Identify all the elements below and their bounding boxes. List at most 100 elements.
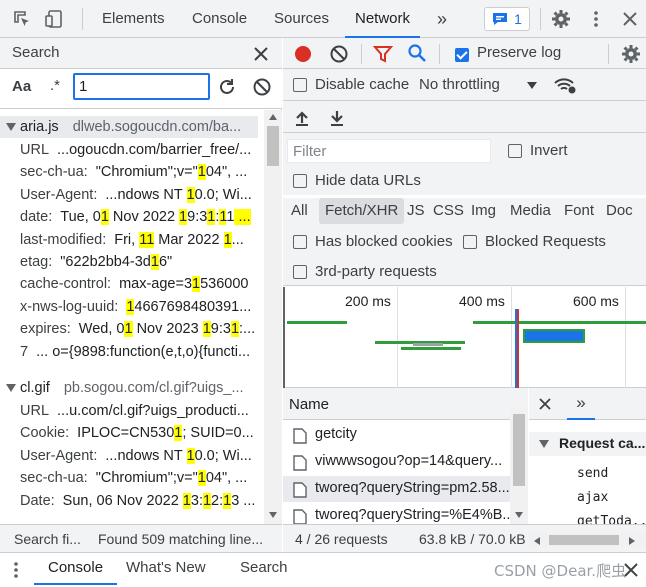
close-search-icon[interactable] [252, 45, 270, 63]
request-row[interactable]: tworeq?queryString=pm2.58... [283, 476, 510, 502]
request-list-scrollbar[interactable] [510, 408, 528, 524]
search-result-line[interactable]: etag: "622b2bb4-3d16" [20, 251, 172, 273]
close-drawer-icon[interactable] [624, 563, 638, 577]
call-frame[interactable]: ajax [577, 490, 608, 505]
more-detail-tabs-button[interactable]: » [567, 393, 595, 420]
search-result-line[interactable]: User-Agent: ...ndows NT 10.0; Wi... [20, 445, 252, 467]
search-result-line[interactable]: Date: Sun, 06 Nov 2022 13:12:13 ... [20, 490, 255, 512]
timeline-overview[interactable]: 200 ms 400 ms 600 ms [283, 287, 646, 388]
search-result-line[interactable]: URL ...ogoucdn.com/barrier_free/... [20, 139, 251, 161]
type-filter-js[interactable]: JS [407, 198, 425, 224]
blocked-cookies-checkbox[interactable] [293, 235, 307, 249]
close-detail-icon[interactable] [539, 398, 551, 410]
drawer-menu-icon[interactable] [14, 561, 18, 579]
result-line-text: ...u.com/cl.gif?uigs_producti... [57, 403, 249, 419]
tab-sources[interactable]: Sources [274, 0, 329, 38]
scrollbar-thumb[interactable] [267, 126, 279, 166]
match-highlight: 1 [100, 209, 109, 226]
type-filter-doc[interactable]: Doc [606, 198, 633, 224]
hide-data-urls-checkbox[interactable] [293, 174, 307, 188]
result-line-text: 04", ... [205, 164, 248, 181]
search-icon[interactable] [407, 43, 427, 63]
result-line-text: "Chromium";v=" [95, 164, 198, 181]
expand-triangle-icon[interactable] [6, 123, 16, 131]
export-har-icon[interactable] [328, 109, 346, 127]
expand-triangle-icon[interactable] [539, 440, 549, 448]
type-filter-font[interactable]: Font [564, 198, 594, 224]
issues-button[interactable]: 1 [484, 7, 530, 31]
disable-cache-checkbox[interactable] [293, 78, 307, 92]
drawer-tab-whats-new[interactable]: What's New [126, 553, 206, 585]
filter-icon[interactable] [373, 44, 393, 64]
match-case-toggle[interactable]: Aa [12, 78, 31, 95]
throttling-select[interactable]: No throttling [419, 76, 500, 93]
filter-input[interactable]: Filter [287, 139, 491, 163]
clear-log-icon[interactable] [329, 44, 349, 64]
third-party-checkbox[interactable] [293, 265, 307, 279]
scroll-left-icon[interactable] [534, 537, 540, 545]
type-filter-img[interactable]: Img [471, 198, 496, 224]
search-result-line[interactable]: sec-ch-ua: "Chromium";v="104", ... [20, 161, 247, 183]
search-result-line[interactable]: cache-control: max-age=31536000 [20, 273, 249, 295]
preserve-log-checkbox[interactable] [455, 48, 469, 63]
type-filter-all[interactable]: All [291, 198, 308, 224]
search-result-line[interactable]: URL ...u.com/cl.gif?uigs_producti... [20, 400, 249, 422]
invert-checkbox[interactable] [508, 144, 522, 158]
scrollbar-thumb[interactable] [513, 414, 525, 486]
expand-triangle-icon[interactable] [6, 384, 16, 392]
close-devtools-icon[interactable] [620, 9, 640, 29]
network-toolbar-row2: Disable cache No throttling [283, 69, 646, 101]
more-tabs-button[interactable]: » [437, 0, 447, 38]
scroll-right-icon[interactable] [629, 537, 635, 545]
request-call-stack-section[interactable]: Request ca... [529, 432, 646, 456]
drawer-tab-console[interactable]: Console [34, 553, 118, 585]
clear-icon[interactable] [252, 77, 272, 97]
search-result-line[interactable]: expires: Wed, 01 Nov 2023 19:31:... [20, 318, 255, 340]
results-scrollbar[interactable] [264, 110, 282, 524]
disable-cache-label: Disable cache [315, 76, 410, 93]
search-panel-title: Search [12, 44, 60, 61]
match-highlight: ... [234, 209, 251, 226]
network-conditions-icon[interactable] [553, 75, 577, 95]
device-toolbar-icon[interactable] [44, 9, 64, 29]
regex-toggle[interactable]: .* [50, 77, 60, 94]
blocked-requests-checkbox[interactable] [463, 235, 477, 249]
tab-network[interactable]: Network [345, 0, 421, 38]
more-options-icon[interactable] [586, 9, 606, 29]
drawer-tab-search[interactable]: Search [240, 553, 288, 585]
search-result-line[interactable]: 7 ... o={9898:function(e,t,o){functi... [20, 341, 250, 363]
type-filter-media[interactable]: Media [510, 198, 551, 224]
network-settings-gear-icon[interactable] [621, 44, 641, 64]
request-row[interactable]: viwwwsogou?op=14&query... [283, 449, 510, 475]
search-input[interactable]: 1 [73, 73, 210, 100]
scroll-down-icon[interactable] [269, 512, 277, 518]
type-filter-css[interactable]: CSS [433, 198, 464, 224]
call-frame[interactable]: getToda... [577, 514, 646, 524]
bottom-drawer: Console What's New Search CSDN @Dear.爬虫 [0, 552, 646, 587]
horizontal-scrollbar[interactable] [529, 533, 646, 547]
call-frame[interactable]: send [577, 466, 608, 481]
search-result-line[interactable]: date: Tue, 01 Nov 2022 19:31:11 ... [20, 206, 251, 228]
scroll-up-icon[interactable] [269, 114, 277, 120]
type-filter-fetch-xhr[interactable]: Fetch/XHR [319, 198, 405, 224]
column-name[interactable]: Name [289, 396, 329, 413]
tab-console[interactable]: Console [192, 0, 247, 38]
record-icon[interactable] [293, 44, 313, 64]
third-party-row: 3rd-party requests [283, 256, 646, 286]
search-result-file[interactable]: cl.gif pb.sogou.com/cl.gif?uigs_... [6, 377, 244, 399]
scroll-down-icon[interactable] [515, 512, 523, 518]
import-har-icon[interactable] [293, 109, 311, 127]
search-result-line[interactable]: sec-ch-ua: "Chromium";v="104", ... [20, 467, 247, 489]
inspect-element-icon[interactable] [12, 9, 32, 29]
refresh-icon[interactable] [217, 77, 237, 97]
search-result-file[interactable]: aria.js dlweb.sogoucdn.com/ba... [0, 116, 258, 138]
search-result-line[interactable]: User-Agent: ...ndows NT 10.0; Wi... [20, 184, 252, 206]
tab-elements[interactable]: Elements [102, 0, 165, 38]
search-result-line[interactable]: last-modified: Fri, 11 Mar 2022 1... [20, 229, 244, 251]
search-result-line[interactable]: x-nws-log-uuid: 14667698480391... [20, 296, 251, 318]
dropdown-arrow-icon[interactable] [527, 82, 537, 89]
scrollbar-thumb[interactable] [549, 535, 619, 545]
settings-gear-icon[interactable] [551, 9, 571, 29]
request-row[interactable]: getcity [283, 422, 510, 448]
search-result-line[interactable]: Cookie: IPLOC=CN5301; SUID=0... [20, 422, 254, 444]
